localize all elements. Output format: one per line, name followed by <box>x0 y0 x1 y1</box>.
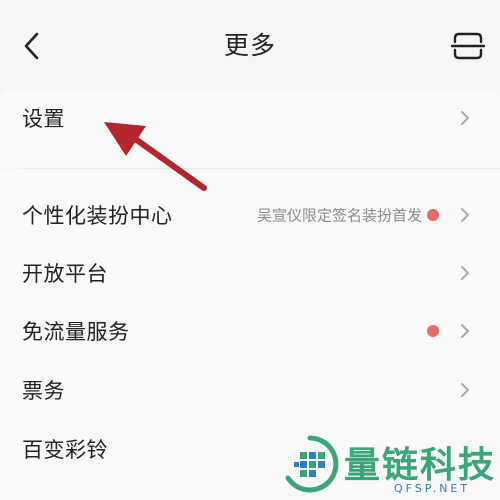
scan-icon <box>451 32 485 60</box>
menu-item-label: 免流量服务 <box>22 320 130 344</box>
more-screen: 更多 设置 个性化装扮中心 吴宣仪限定签名装扮首发 开放平台 免流量服务 票务 … <box>0 0 500 500</box>
menu-item-tickets[interactable]: 票务 <box>0 361 500 419</box>
menu-item-label: 个性化装扮中心 <box>22 204 173 228</box>
menu-item-settings[interactable]: 设置 <box>0 89 500 147</box>
menu-item-label: 开放平台 <box>22 262 108 286</box>
menu-item-open-platform[interactable]: 开放平台 <box>0 244 500 302</box>
page-title: 更多 <box>223 31 276 60</box>
watermark-brand: 量链科技 <box>344 445 497 486</box>
notification-dot <box>427 325 439 337</box>
scan-button[interactable] <box>448 28 488 64</box>
menu-item-personalization[interactable]: 个性化装扮中心 吴宣仪限定签名装扮首发 <box>0 186 500 244</box>
menu-item-label: 设置 <box>22 107 65 131</box>
chevron-right-icon <box>461 266 469 280</box>
chevron-right-icon <box>461 208 469 222</box>
watermark: 量链科技 QFSP.NET <box>276 432 500 500</box>
section-divider <box>20 168 500 169</box>
chevron-right-icon <box>461 111 469 125</box>
brand-logo-icon <box>285 435 339 493</box>
menu-item-free-data-service[interactable]: 免流量服务 <box>0 302 500 360</box>
chevron-right-icon <box>461 383 469 397</box>
menu-item-label: 百变彩铃 <box>22 438 108 462</box>
menu-item-subtitle: 吴宣仪限定签名装扮首发 <box>256 206 422 225</box>
menu-item-label: 票务 <box>22 379 65 403</box>
header-bar: 更多 <box>0 0 500 90</box>
watermark-domain: QFSP.NET <box>394 482 471 495</box>
chevron-right-icon <box>461 324 469 338</box>
notification-dot <box>427 209 439 221</box>
